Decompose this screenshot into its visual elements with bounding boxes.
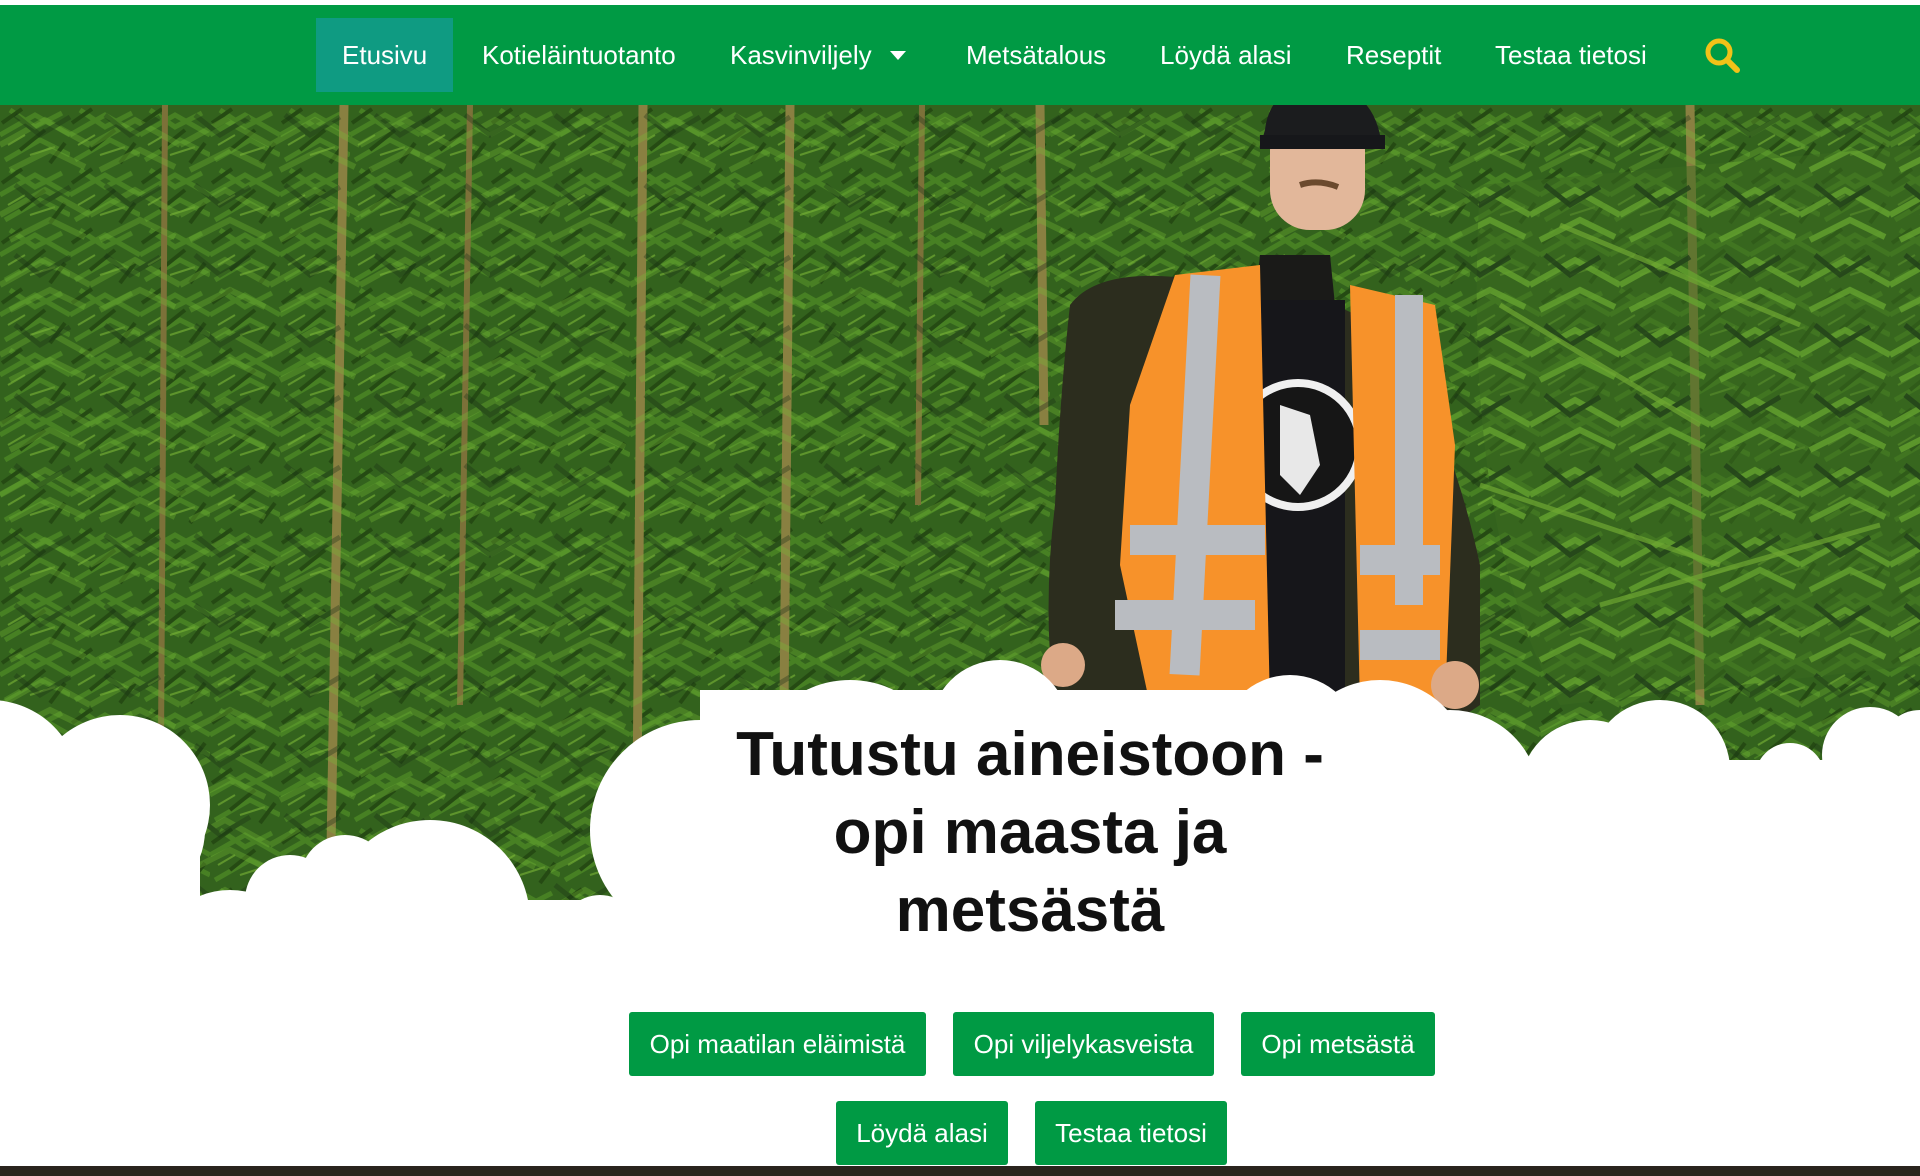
cta-quiz-button[interactable]: Testaa tietosi xyxy=(1035,1101,1227,1165)
nav-item-label: Metsätalous xyxy=(966,40,1107,70)
headline-line: Tutustu aineistoon - xyxy=(736,720,1324,789)
nav-item-label: Kotieläintuotanto xyxy=(482,40,676,70)
headline-line: opi maasta ja xyxy=(833,798,1227,867)
nav-item-label: Testaa tietosi xyxy=(1495,40,1647,70)
cta-find-career-button[interactable]: Löydä alasi xyxy=(836,1101,1008,1165)
caret-down-icon xyxy=(889,50,906,60)
search-button[interactable] xyxy=(1702,35,1746,79)
nav-item-kotielaintuotanto[interactable]: Kotieläintuotanto xyxy=(456,18,702,92)
nav-item-label: Kasvinviljely xyxy=(730,40,872,70)
main-navigation: Etusivu Kotieläintuotanto Kasvinviljely … xyxy=(0,5,1920,105)
search-icon xyxy=(1705,38,1740,73)
nav-item-testaa-tietosi[interactable]: Testaa tietosi xyxy=(1469,18,1673,92)
cta-crops-button[interactable]: Opi viljelykasveista xyxy=(953,1012,1214,1076)
headline-line: metsästä xyxy=(895,876,1165,945)
footer-edge xyxy=(0,1166,1920,1176)
nav-item-metsatalous[interactable]: Metsätalous xyxy=(940,18,1132,92)
cta-farm-animals-button[interactable]: Opi maatilan eläimistä xyxy=(629,1012,926,1076)
nav-item-loyda-alasi[interactable]: Löydä alasi xyxy=(1134,18,1318,92)
nav-item-kasvinviljely[interactable]: Kasvinviljely xyxy=(704,18,932,92)
nav-item-etusivu[interactable]: Etusivu xyxy=(316,18,454,92)
nav-item-reseptit[interactable]: Reseptit xyxy=(1320,18,1467,92)
nav-item-label: Reseptit xyxy=(1346,40,1442,70)
hero-headline: Tutustu aineistoon - opi maasta ja metsä… xyxy=(630,716,1430,950)
nav-item-label: Etusivu xyxy=(342,40,428,70)
nav-item-label: Löydä alasi xyxy=(1160,40,1292,70)
cta-forest-button[interactable]: Opi metsästä xyxy=(1241,1012,1435,1076)
